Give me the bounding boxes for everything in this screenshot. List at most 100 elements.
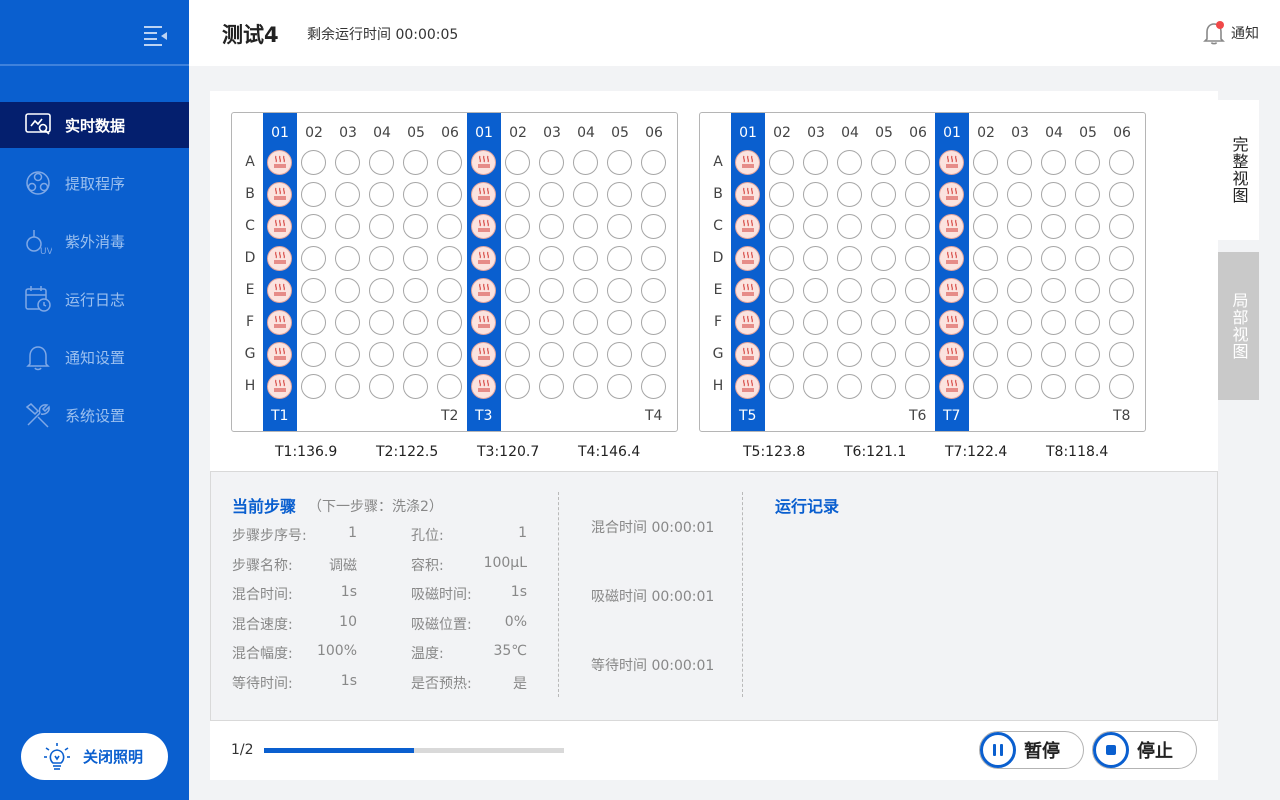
heated-well[interactable] — [471, 278, 496, 303]
well[interactable] — [871, 374, 896, 399]
well[interactable] — [573, 150, 598, 175]
well[interactable] — [335, 246, 360, 271]
well[interactable] — [973, 182, 998, 207]
well[interactable] — [803, 278, 828, 303]
well[interactable] — [335, 310, 360, 335]
well[interactable] — [905, 278, 930, 303]
heated-well[interactable] — [471, 342, 496, 367]
well[interactable] — [301, 182, 326, 207]
well[interactable] — [539, 278, 564, 303]
well[interactable] — [437, 374, 462, 399]
well[interactable] — [973, 342, 998, 367]
well[interactable] — [905, 374, 930, 399]
pause-button[interactable]: 暂停 — [979, 731, 1084, 769]
well[interactable] — [437, 182, 462, 207]
well[interactable] — [641, 310, 666, 335]
heated-well[interactable] — [735, 374, 760, 399]
well[interactable] — [871, 278, 896, 303]
heated-well[interactable] — [735, 246, 760, 271]
well[interactable] — [369, 342, 394, 367]
heated-well[interactable] — [471, 310, 496, 335]
well[interactable] — [1007, 246, 1032, 271]
well[interactable] — [871, 310, 896, 335]
well[interactable] — [1075, 342, 1100, 367]
well[interactable] — [539, 342, 564, 367]
well[interactable] — [1007, 214, 1032, 239]
well[interactable] — [403, 278, 428, 303]
well[interactable] — [301, 214, 326, 239]
well[interactable] — [837, 342, 862, 367]
well[interactable] — [641, 150, 666, 175]
well[interactable] — [641, 374, 666, 399]
well[interactable] — [973, 310, 998, 335]
well[interactable] — [607, 374, 632, 399]
well[interactable] — [369, 150, 394, 175]
well[interactable] — [641, 342, 666, 367]
heated-well[interactable] — [471, 246, 496, 271]
well[interactable] — [905, 150, 930, 175]
well[interactable] — [369, 246, 394, 271]
well[interactable] — [573, 342, 598, 367]
well[interactable] — [301, 150, 326, 175]
heated-well[interactable] — [939, 182, 964, 207]
well[interactable] — [607, 246, 632, 271]
well[interactable] — [1109, 342, 1134, 367]
well[interactable] — [539, 150, 564, 175]
well[interactable] — [335, 342, 360, 367]
heated-well[interactable] — [471, 182, 496, 207]
well[interactable] — [301, 246, 326, 271]
well[interactable] — [837, 310, 862, 335]
well[interactable] — [335, 150, 360, 175]
well[interactable] — [973, 150, 998, 175]
well[interactable] — [769, 150, 794, 175]
well[interactable] — [769, 374, 794, 399]
sidebar-item-4[interactable]: 通知设置 — [0, 334, 189, 380]
well[interactable] — [1075, 374, 1100, 399]
heated-well[interactable] — [735, 342, 760, 367]
well[interactable] — [505, 310, 530, 335]
heated-well[interactable] — [471, 150, 496, 175]
well[interactable] — [837, 278, 862, 303]
well[interactable] — [505, 246, 530, 271]
well[interactable] — [607, 214, 632, 239]
well[interactable] — [1075, 310, 1100, 335]
well[interactable] — [437, 342, 462, 367]
well[interactable] — [607, 182, 632, 207]
well[interactable] — [837, 182, 862, 207]
well[interactable] — [871, 150, 896, 175]
well[interactable] — [335, 214, 360, 239]
well[interactable] — [905, 182, 930, 207]
well[interactable] — [369, 278, 394, 303]
stop-button[interactable]: 停止 — [1092, 731, 1197, 769]
well[interactable] — [437, 214, 462, 239]
well[interactable] — [905, 342, 930, 367]
well[interactable] — [641, 182, 666, 207]
sidebar-item-0[interactable]: 实时数据 — [0, 102, 189, 148]
sidebar-item-1[interactable]: 提取程序 — [0, 160, 189, 206]
well[interactable] — [973, 214, 998, 239]
well[interactable] — [301, 278, 326, 303]
well[interactable] — [573, 278, 598, 303]
well[interactable] — [369, 214, 394, 239]
well[interactable] — [871, 246, 896, 271]
well[interactable] — [539, 374, 564, 399]
heated-well[interactable] — [267, 246, 292, 271]
well[interactable] — [437, 310, 462, 335]
sidebar-item-3[interactable]: 运行日志 — [0, 276, 189, 322]
well[interactable] — [641, 246, 666, 271]
well[interactable] — [1041, 342, 1066, 367]
well[interactable] — [607, 278, 632, 303]
well[interactable] — [539, 214, 564, 239]
well[interactable] — [1109, 246, 1134, 271]
well[interactable] — [803, 310, 828, 335]
well[interactable] — [837, 214, 862, 239]
well[interactable] — [1109, 310, 1134, 335]
well[interactable] — [837, 374, 862, 399]
well[interactable] — [1109, 278, 1134, 303]
well[interactable] — [905, 310, 930, 335]
well[interactable] — [335, 182, 360, 207]
well[interactable] — [1041, 278, 1066, 303]
well[interactable] — [1041, 246, 1066, 271]
heated-well[interactable] — [939, 278, 964, 303]
heated-well[interactable] — [267, 342, 292, 367]
